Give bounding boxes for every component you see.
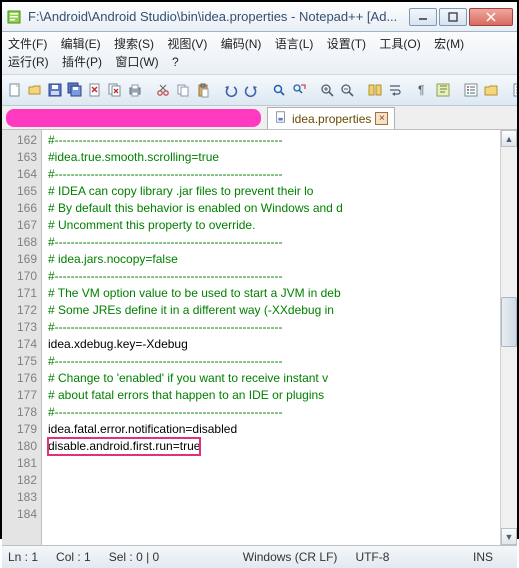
folder-icon[interactable]	[482, 79, 500, 101]
maximize-button[interactable]	[439, 8, 467, 26]
scroll-thumb[interactable]	[501, 297, 517, 347]
menu-view[interactable]: 视图(V)	[167, 37, 207, 51]
app-icon	[6, 9, 22, 25]
title-bar: F:\Android\Android Studio\bin\idea.prope…	[2, 2, 517, 32]
file-icon	[274, 110, 288, 127]
copy-icon[interactable]	[174, 79, 192, 101]
tab-close-icon[interactable]: ×	[375, 112, 388, 125]
status-mode: INS	[473, 550, 493, 564]
close-file-icon[interactable]	[86, 79, 104, 101]
zoom-out-icon[interactable]	[338, 79, 356, 101]
status-encoding: UTF-8	[355, 550, 389, 564]
open-file-icon[interactable]	[26, 79, 44, 101]
code-area[interactable]: #---------------------------------------…	[42, 130, 500, 545]
save-all-icon[interactable]	[66, 79, 84, 101]
menu-file[interactable]: 文件(F)	[8, 37, 47, 51]
menu-plugins[interactable]: 插件(P)	[62, 55, 102, 69]
scroll-down-button[interactable]: ▼	[501, 528, 517, 545]
undo-icon[interactable]	[222, 79, 240, 101]
paste-icon[interactable]	[194, 79, 212, 101]
svg-text:¶: ¶	[418, 83, 424, 97]
menu-encoding[interactable]: 编码(N)	[221, 37, 262, 51]
menu-edit[interactable]: 编辑(E)	[61, 37, 101, 51]
window-title: F:\Android\Android Studio\bin\idea.prope…	[28, 9, 407, 24]
menu-bar: 文件(F) 编辑(E) 搜索(S) 视图(V) 编码(N) 语言(L) 设置(T…	[2, 32, 517, 75]
indent-guide-icon[interactable]	[434, 79, 452, 101]
scroll-track[interactable]	[501, 147, 517, 528]
toolbar: ¶	[2, 75, 517, 106]
menu-macro[interactable]: 宏(M)	[434, 37, 464, 51]
tab-label: idea.properties	[292, 112, 371, 126]
status-eol: Windows (CR LF)	[243, 550, 338, 564]
print-icon[interactable]	[126, 79, 144, 101]
menu-help[interactable]: ?	[172, 55, 179, 69]
cut-icon[interactable]	[154, 79, 172, 101]
menu-search[interactable]: 搜索(S)	[114, 37, 154, 51]
menu-settings[interactable]: 设置(T)	[327, 37, 366, 51]
redo-icon[interactable]	[242, 79, 260, 101]
menu-language[interactable]: 语言(L)	[275, 37, 314, 51]
close-all-icon[interactable]	[106, 79, 124, 101]
zoom-in-icon[interactable]	[318, 79, 336, 101]
save-icon[interactable]	[46, 79, 64, 101]
wrap-icon[interactable]	[386, 79, 404, 101]
minimize-button[interactable]	[409, 8, 437, 26]
function-list-icon[interactable]	[462, 79, 480, 101]
sync-scroll-icon[interactable]	[366, 79, 384, 101]
close-button[interactable]	[469, 8, 513, 26]
tab-bar: idea.properties ×	[2, 106, 517, 130]
replace-icon[interactable]	[290, 79, 308, 101]
doc-map-icon[interactable]	[510, 79, 517, 101]
new-file-icon[interactable]	[6, 79, 24, 101]
redacted-region	[6, 109, 261, 127]
menu-tools[interactable]: 工具(O)	[379, 37, 420, 51]
scroll-up-button[interactable]: ▲	[501, 130, 517, 147]
status-line: Ln : 1	[8, 550, 38, 564]
menu-window[interactable]: 窗口(W)	[115, 55, 158, 69]
tab-idea-properties[interactable]: idea.properties ×	[267, 107, 395, 129]
status-col: Col : 1	[56, 550, 91, 564]
editor: 1621631641651661671681691701711721731741…	[2, 130, 517, 546]
menu-run[interactable]: 运行(R)	[8, 55, 49, 69]
find-icon[interactable]	[270, 79, 288, 101]
status-sel: Sel : 0 | 0	[109, 550, 159, 564]
line-number-gutter: 1621631641651661671681691701711721731741…	[2, 130, 42, 545]
status-bar: Ln : 1 Col : 1 Sel : 0 | 0 Windows (CR L…	[2, 546, 517, 568]
show-symbols-icon[interactable]: ¶	[414, 79, 432, 101]
vertical-scrollbar[interactable]: ▲ ▼	[500, 130, 517, 545]
